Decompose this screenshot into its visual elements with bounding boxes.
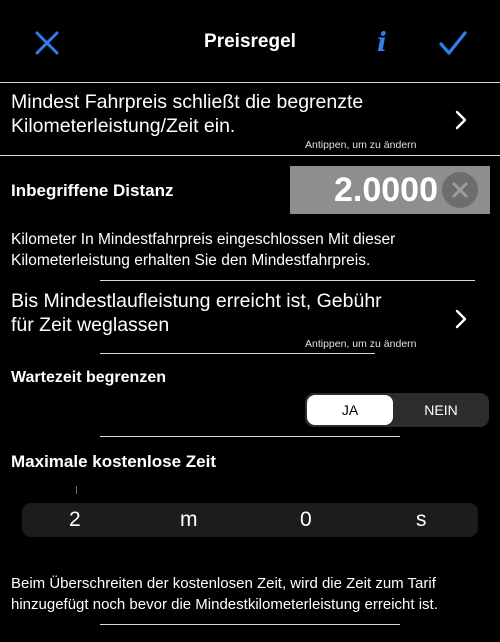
divider — [100, 624, 400, 625]
divider — [100, 353, 375, 354]
min-fare-includes-row[interactable]: Mindest Fahrpreis schließt die begrenzte… — [0, 84, 500, 154]
page-title: Preisregel — [204, 31, 296, 52]
picker-minutes-unit: m — [180, 508, 198, 531]
row-text-line1: Bis Mindestlaufleistung erreicht ist, Ge… — [11, 290, 382, 312]
clear-icon — [452, 182, 468, 198]
info-icon[interactable]: i — [373, 28, 391, 58]
divider — [0, 155, 500, 156]
segment-no[interactable]: NEIN — [395, 395, 487, 425]
distance-value[interactable]: 2.0000 — [296, 166, 438, 214]
footer-description-line2: hinzugefügt noch bevor die Mindestkilome… — [11, 596, 438, 613]
picker-seconds-value[interactable]: 0 — [300, 503, 312, 537]
divider — [0, 82, 500, 83]
max-free-time-label: Maximale kostenlose Zeit — [11, 452, 217, 471]
checkmark-icon[interactable] — [437, 30, 469, 58]
divider — [100, 280, 475, 281]
segment-yes[interactable]: JA — [307, 395, 393, 425]
distance-description-line1: Kilometer In Mindestfahrpreis eingeschlo… — [11, 231, 396, 248]
time-picker[interactable] — [22, 503, 478, 537]
row-text-line2: Kilometerleistung/Zeit ein. — [11, 115, 236, 137]
picker-prev-tick — [76, 486, 83, 494]
chevron-right-icon — [455, 309, 467, 329]
clear-button[interactable] — [442, 172, 478, 208]
distance-description-line2: Kilometerleistung erhalten Sie den Minde… — [11, 252, 371, 269]
limit-waiting-time-label: Wartezeit begrenzen — [11, 369, 166, 386]
divider — [100, 436, 400, 437]
row-text-line1: Mindest Fahrpreis schließt die begrenzte — [11, 91, 364, 113]
included-distance-label: Inbegriffene Distanz — [11, 181, 174, 200]
picker-minutes-value[interactable]: 2 — [69, 503, 81, 537]
tap-to-change-hint: Antippen, um zu ändern — [305, 139, 417, 151]
footer-description-line1: Beim Überschreiten der kostenlosen Zeit,… — [11, 575, 436, 592]
picker-seconds-unit: s — [416, 508, 427, 531]
row-text-line2: für Zeit weglassen — [11, 314, 170, 336]
navigation-bar: Preisregel i — [0, 0, 500, 82]
chevron-right-icon — [455, 110, 467, 130]
omit-time-fee-row[interactable]: Bis Mindestlaufleistung erreicht ist, Ge… — [0, 283, 500, 353]
tap-to-change-hint: Antippen, um zu ändern — [305, 338, 417, 350]
